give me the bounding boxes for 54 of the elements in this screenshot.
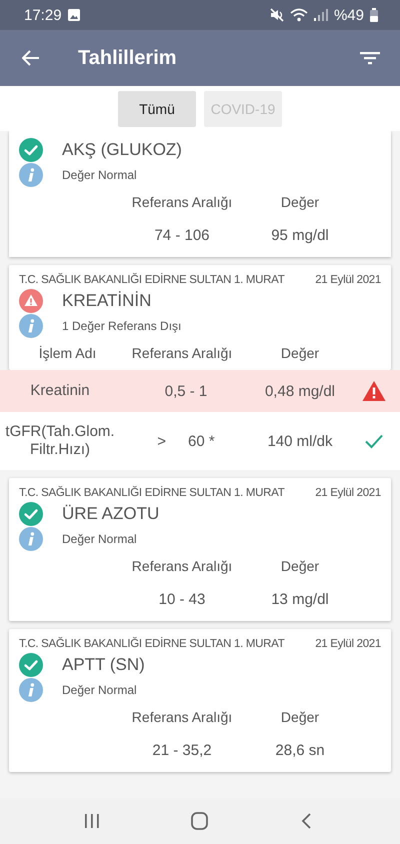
test-item-name: Kreatinin — [29, 382, 91, 400]
column-header: Referans Aralığı — [130, 709, 234, 725]
result-note: Değer Normal — [62, 168, 137, 182]
reference-range: 10 - 43 — [158, 590, 206, 608]
test-name: KREATİNİN — [62, 291, 152, 311]
test-item-name: tGFR(Tah.Glom.Filtr.Hızı) — [4, 423, 116, 459]
mute-icon — [270, 8, 284, 22]
column-header: Değer — [280, 709, 320, 725]
reference-range: 0,5 - 1 — [164, 382, 208, 400]
result-note: 1 Değer Referans Dışı — [62, 319, 182, 333]
clock: 17:29 — [24, 6, 62, 24]
result-date: 21 Eylül 2021 — [315, 486, 381, 498]
info-icon — [19, 163, 43, 187]
battery-level: %49 — [334, 6, 364, 24]
image-icon — [68, 9, 80, 21]
institution-name: T.C. SAĞLIK BAKANLIĞI EDİRNE SULTAN 1. MURAT — [19, 638, 284, 650]
test-name: AKŞ (GLUKOZ) — [62, 140, 182, 160]
info-icon — [19, 314, 43, 338]
screen-title: Tahlillerim — [78, 46, 178, 70]
column-header: Referans Aralığı — [130, 194, 234, 210]
check-icon — [364, 433, 384, 449]
reference-range: 74 - 106 — [153, 226, 211, 244]
home-icon[interactable] — [190, 811, 210, 831]
info-icon — [19, 678, 43, 702]
back-arrow-icon[interactable] — [22, 50, 40, 66]
result-value: 0,48 mg/dl — [264, 382, 336, 400]
filter-tab[interactable]: Tümü — [118, 90, 196, 126]
test-name: ÜRE AZOTU — [62, 504, 160, 524]
column-header: Değer — [280, 194, 320, 210]
result-value: 140 ml/dk — [266, 432, 334, 450]
info-icon — [19, 527, 43, 551]
reference-range: 60 * — [188, 432, 215, 450]
reference-range: 21 - 35,2 — [151, 742, 213, 758]
column-header: Değer — [280, 345, 320, 361]
test-name: APTT (SN) — [62, 655, 145, 675]
range-operator: > — [157, 432, 166, 450]
warning-icon — [362, 380, 386, 402]
wifi-icon — [290, 8, 308, 22]
result-value: 95 mg/dl — [270, 226, 330, 244]
column-header: Referans Aralığı — [130, 558, 234, 574]
filter-icon[interactable] — [360, 51, 380, 65]
institution-name: T.C. SAĞLIK BAKANLIĞI EDİRNE SULTAN 1. MURAT — [19, 274, 284, 286]
result-value: 28,6 sn — [274, 742, 326, 758]
result-date: 21 Eylül 2021 — [315, 638, 381, 650]
column-header: Referans Aralığı — [130, 345, 234, 361]
signal-icon — [314, 9, 328, 21]
result-value: 13 mg/dl — [270, 590, 330, 608]
result-note: Değer Normal — [62, 532, 137, 546]
institution-name: T.C. SAĞLIK BAKANLIĞI EDİRNE SULTAN 1. MURAT — [19, 486, 284, 498]
result-note: Değer Normal — [62, 683, 137, 697]
result-date: 21 Eylül 2021 — [315, 274, 381, 286]
column-header: Değer — [280, 558, 320, 574]
column-header: İşlem Adı — [38, 345, 98, 361]
battery-icon — [370, 8, 378, 22]
